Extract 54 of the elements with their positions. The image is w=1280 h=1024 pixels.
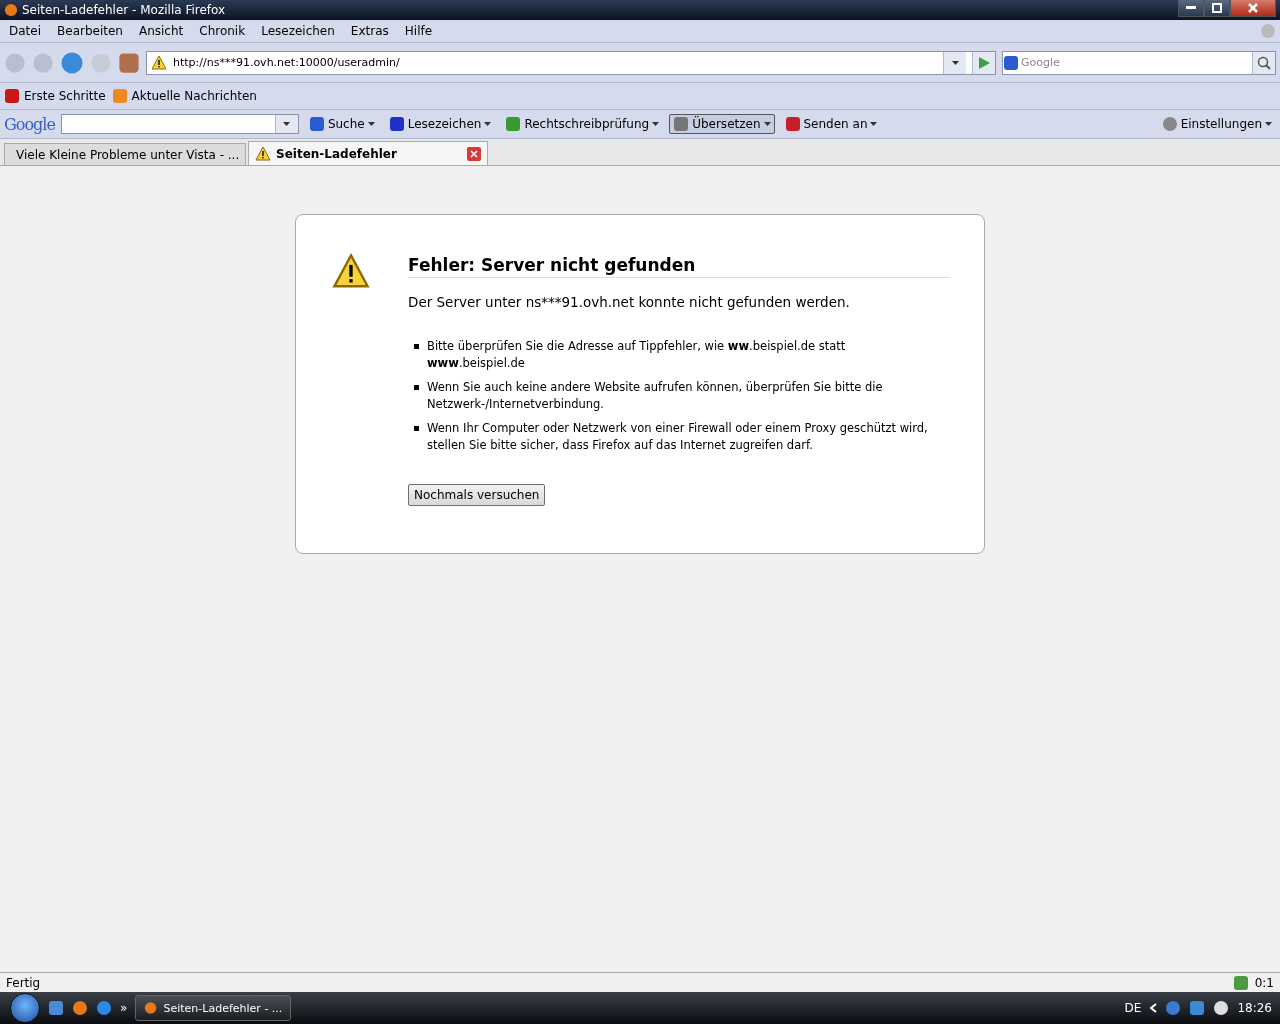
menu-item[interactable]: Lesezeichen [256, 24, 340, 38]
address-bar[interactable]: http://ns***91.ovh.net:10000/useradmin/ [146, 50, 996, 75]
close-icon[interactable] [467, 146, 481, 161]
search-icon[interactable] [1257, 55, 1271, 70]
google-logo: Google [4, 114, 55, 134]
toolbar-button[interactable]: Rechtschreibprüfung [501, 114, 664, 134]
language-indicator[interactable]: DE [1124, 1001, 1142, 1015]
error-message: Der Server unter ns***91.ovh.net konnte nicht gefunden werden. [408, 294, 851, 310]
menu-item[interactable]: Extras [345, 24, 394, 38]
maximize-icon [1212, 2, 1222, 13]
caret-icon [951, 60, 959, 65]
status-counter: 0:1 [1254, 975, 1274, 990]
hint-text: Wenn Sie auch keine andere Website aufrufen können, überprüfen Sie bitte die Netzwerk-/Internetverbindung. [427, 379, 884, 413]
toolbar-button[interactable]: Lesezeichen [384, 114, 496, 134]
warning-icon [151, 54, 167, 71]
toolbar-button[interactable]: Senden an [780, 114, 882, 134]
google-search-field[interactable] [60, 114, 299, 134]
minimize-button[interactable] [1178, 0, 1204, 17]
maximize-button[interactable] [1204, 0, 1230, 17]
menu-item[interactable]: Bearbeiten [52, 24, 128, 38]
start-button[interactable] [10, 993, 40, 1023]
retry-button[interactable]: Nochmals versuchen [408, 484, 546, 506]
close-button[interactable] [1230, 0, 1276, 17]
chevron-icon[interactable] [1149, 1003, 1158, 1013]
bookmark-link[interactable]: Aktuelle Nachrichten [111, 88, 257, 104]
bullet-icon [414, 426, 419, 431]
hint-text: Wenn Ihr Computer oder Netzwerk von einer Firewall oder einem Proxy geschützt wird, stellen Sie bitte sicher, dass Firefox auf das Internet zugreifen darf. [427, 420, 929, 454]
error-title: Fehler: Server nicht gefunden [408, 255, 950, 278]
taskbar-button[interactable]: Seiten-Ladefehler - ... [135, 995, 292, 1021]
toolbar-button[interactable]: Suche [304, 114, 379, 134]
url-text: http://ns***91.ovh.net:10000/useradmin/ [173, 56, 401, 69]
menu-item[interactable]: Chronik [194, 24, 251, 38]
status-text: Fertig [6, 974, 42, 991]
go-icon[interactable] [978, 56, 990, 69]
caret-icon [1265, 122, 1272, 126]
minimize-icon [1186, 6, 1196, 9]
clock[interactable]: 18:26 [1237, 1001, 1272, 1015]
browser-tab[interactable]: Seiten-Ladefehler [248, 141, 488, 165]
close-icon [1248, 2, 1258, 13]
search-field[interactable]: Google [1002, 50, 1276, 75]
caret-icon [283, 122, 291, 126]
warning-icon [255, 145, 271, 162]
menu-item[interactable]: Hilfe [399, 24, 438, 38]
browser-tab[interactable]: Viele Kleine Probleme unter Vista - ... [4, 143, 246, 165]
menu-item[interactable]: Datei [4, 24, 46, 38]
overflow-button[interactable]: » [120, 1001, 128, 1015]
bookmark-link[interactable]: Erste Schritte [4, 88, 106, 104]
window-title: Seiten-Ladefehler - Mozilla Firefox [22, 3, 227, 17]
bullet-icon [414, 344, 419, 349]
toolbar-button[interactable]: Übersetzen [669, 114, 775, 134]
hint-text: Bitte überprüfen Sie die Adresse auf Tippfehler, wie ww.beispiel.de statt www.beispiel.de [427, 338, 847, 372]
menu-item[interactable]: Ansicht [133, 24, 189, 38]
bullet-icon [414, 385, 419, 390]
settings-button[interactable]: Einstellungen [1157, 114, 1276, 134]
